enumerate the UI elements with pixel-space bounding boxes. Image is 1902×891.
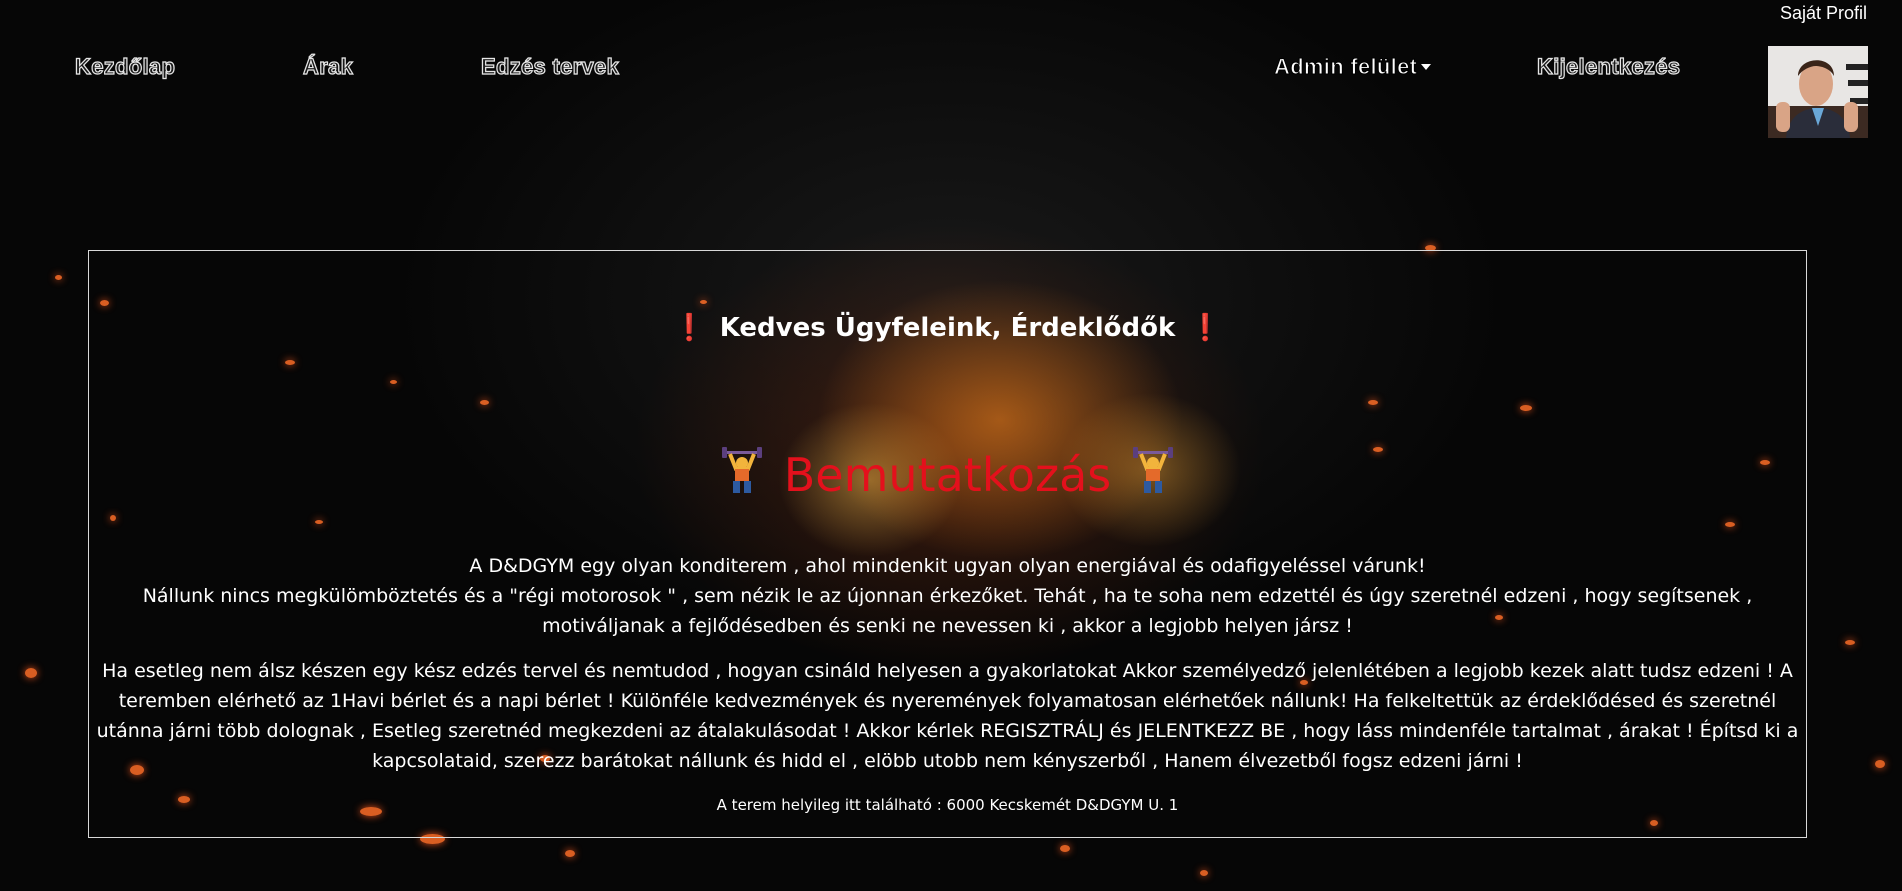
intro-line-1: A D&DGYM egy olyan konditerem , ahol min… (469, 555, 1426, 577)
exclamation-mark-icon: ❗ (673, 313, 706, 343)
nav-home[interactable]: Kezdőlap (74, 53, 175, 80)
caret-down-icon (1421, 64, 1432, 70)
intro-paragraph-1: A D&DGYM egy olyan konditerem , ahol min… (89, 551, 1806, 641)
nav-training-plans[interactable]: Edzés tervek (480, 53, 619, 80)
intro-panel: ❗ Kedves Ügyfeleink, Érdeklődők ❗ Bemutatk… (88, 250, 1807, 838)
nav-admin-dropdown[interactable]: Admin felület (1273, 54, 1432, 80)
avatar[interactable] (1768, 46, 1868, 138)
main-navigation: Kezdőlap Árak Edzés tervek Admin felület… (0, 0, 1902, 140)
greeting-text: Kedves Ügyfeleink, Érdeklődők (719, 313, 1176, 343)
gym-address: A terem helyileg itt található : 6000 Ke… (716, 796, 1179, 814)
greeting-heading: ❗ Kedves Ügyfeleink, Érdeklődők ❗ (89, 313, 1806, 343)
intro-paragraph-2: Ha esetleg nem álsz készen egy kész edzé… (96, 660, 1799, 772)
nav-logout[interactable]: Kijelentkezés (1536, 53, 1680, 80)
intro-title: Bemutatkozás (89, 447, 1806, 502)
weightlifter-icon (1133, 447, 1174, 493)
nav-admin-label: Admin felület (1273, 54, 1418, 80)
nav-prices[interactable]: Árak (302, 53, 353, 80)
profile-photo (1768, 46, 1868, 138)
exclamation-mark-icon: ❗ (1189, 313, 1222, 343)
intro-title-text: Bemutatkozás (783, 448, 1112, 502)
weightlifter-icon (721, 447, 762, 493)
intro-line-2: Nállunk nincs megkülömböztetés és a "rég… (142, 585, 1753, 637)
